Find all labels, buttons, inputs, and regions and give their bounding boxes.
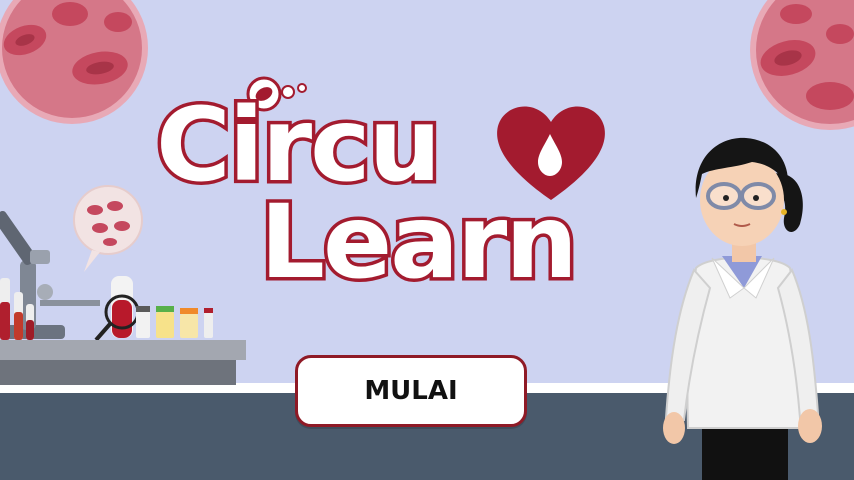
scientist-character (663, 137, 822, 480)
lab-counter-top (0, 340, 246, 360)
start-button[interactable]: MULAI (295, 355, 527, 427)
title-screen: Circu Learn MULAI (0, 0, 854, 480)
logo-text-circu: Circu (152, 86, 444, 205)
blood-cells-bubble-left (0, 0, 148, 124)
lab-counter-front (0, 360, 236, 385)
logo-text-learn: Learn (257, 183, 582, 302)
blood-cells-bubble-right (750, 0, 854, 130)
